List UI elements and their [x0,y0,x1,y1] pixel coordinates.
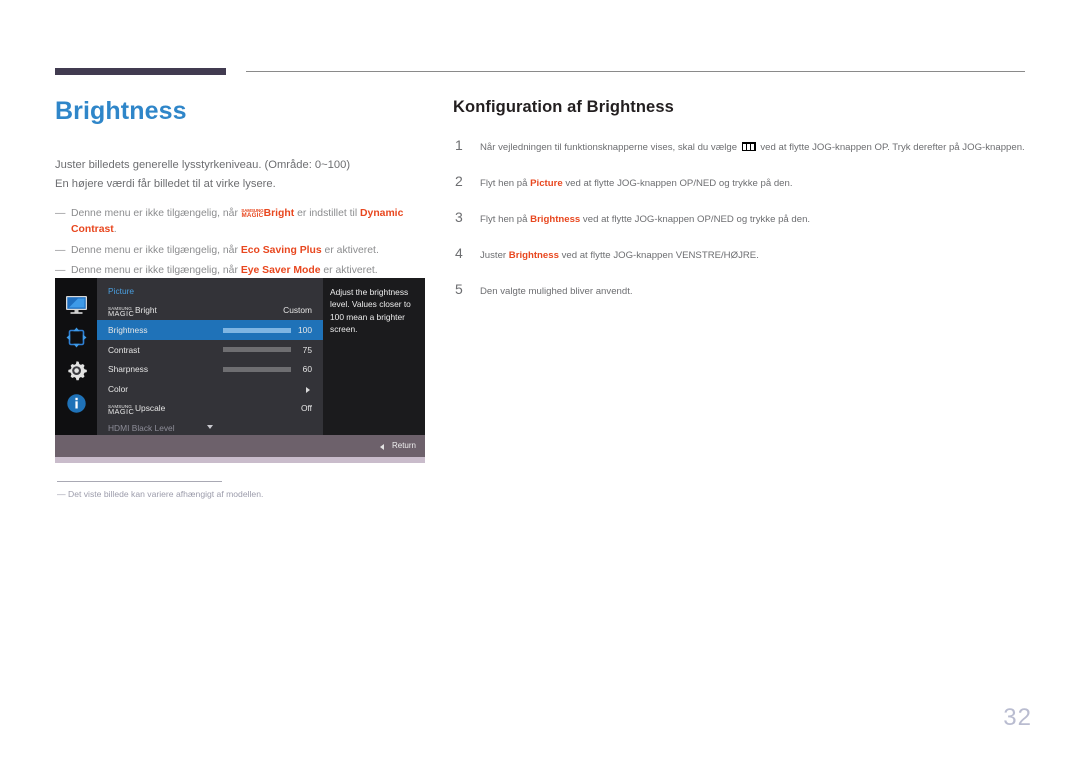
step-item: 5 Den valgte mulighed bliver anvendt. [453,281,1028,300]
note-dash: — [55,244,66,256]
step-text-suffix: ved at flytte JOG-knappen OP/NED og tryk… [562,178,793,189]
chevron-down-icon[interactable] [207,425,213,429]
osd-row-color[interactable]: Color [97,379,323,399]
step-text-prefix: Den valgte mulighed bliver anvendt. [480,286,633,297]
osd-row-magicupscale[interactable]: SAMSUNG MAGIC Upscale Off [97,398,323,418]
return-button-label[interactable]: Return [392,441,416,450]
step-highlight: Brightness [530,214,581,225]
note-text-prefix: Denne menu er ikke tilgængelig, når [71,265,241,276]
sharpness-slider[interactable] [223,366,291,372]
step-text-after: ved at flytte JOG-knappen OP. Tryk deref… [757,142,1025,153]
step-item: 2 Flyt hen på Picture ved at flytte JOG-k… [453,173,1028,192]
system-gear-icon[interactable] [64,358,89,383]
osd-row-label: HDMI Black Level [108,422,175,433]
osd-footer-strip [55,457,425,463]
step-item: 1 Når vejledningen til funktionsknapperne… [453,137,1028,156]
step-text-suffix: ved at flytte JOG-knappen VENSTRE/HØJRE. [558,250,759,261]
step-highlight: Brightness [508,250,559,261]
note-dash: — [55,207,66,219]
osd-help-panel: Adjust the brightness level. Values clos… [323,278,425,435]
magic-logo-bottom: MAGIC [108,309,135,318]
osd-menu-title: Picture [108,286,135,296]
page-number: 32 [1003,704,1032,731]
osd-sidebar [55,278,97,435]
step-number: 1 [455,137,463,153]
step-text-suffix: ved at flytte JOG-knappen OP/NED og tryk… [580,214,811,225]
step-number: 3 [455,209,463,225]
osd-row-magicbright[interactable]: SAMSUNG MAGIC Bright Custom [97,300,323,320]
note-item: — Denne menu er ikke tilgængelig, når SAM… [55,206,435,239]
osd-row-value: Off [300,403,312,413]
osd-row-label: SAMSUNG MAGIC Upscale [108,403,166,416]
right-content-column: Konfiguration af Brightness 1 Når vejledn… [453,98,1028,319]
step-item: 4 Juster Brightness ved at flytte JOG-kna… [453,245,1028,264]
step-text-prefix: Juster [480,250,509,261]
footnote-text: Det viste billede kan variere afhængigt … [68,489,264,499]
step-number: 2 [455,173,463,189]
step-item: 3 Flyt hen på Brightness ved at flytte JO… [453,209,1028,228]
step-number: 5 [455,281,463,297]
section-title: Konfiguration af Brightness [453,98,674,116]
samsung-magic-logo: SAMSUNG MAGIC [108,306,135,318]
note-highlight: Eye Saver Mode [240,265,321,276]
screen-adjust-icon[interactable] [64,325,89,350]
footnote-dash: — [57,489,66,499]
step-text-prefix: Flyt hen på [480,214,531,225]
osd-row-value: Custom [283,305,312,315]
osd-row-label: Color [108,383,129,394]
osd-row-value: 60 [302,364,312,374]
note-text-suffix: er aktiveret. [320,265,378,276]
picture-icon[interactable] [64,292,89,317]
osd-row-label-text: Bright [135,305,157,315]
back-arrow-icon[interactable] [380,444,384,450]
osd-row-contrast[interactable]: Contrast 75 [97,340,323,360]
footnote-divider [57,481,222,482]
chevron-right-icon [306,386,310,393]
contrast-slider[interactable] [223,347,291,352]
osd-row-sharpness[interactable]: Sharpness 60 [97,359,323,379]
page-title: Brightness [55,97,187,125]
note-text-middle: er indstillet til [294,207,361,219]
osd-row-label: SAMSUNG MAGIC Bright [108,305,157,318]
note-text-suffix: . [113,224,117,235]
intro-line-2: En højere værdi får billedet til at virk… [55,177,276,190]
magic-logo-bottom: MAGIC [108,407,135,416]
header-divider-line [246,71,1025,72]
osd-row-value: 100 [298,325,312,335]
left-content-column: Brightness Juster billedets generelle ly… [55,97,435,284]
osd-row-brightness[interactable]: Brightness 100 [97,320,323,340]
footnote: — Det viste billede kan variere afhængigt… [57,487,428,501]
note-item: — Denne menu er ikke tilgængelig, når Eco… [55,243,435,260]
step-number: 4 [455,245,463,261]
magic-logo-bottom: MAGIC [241,212,264,220]
samsung-magic-logo: SAMSUNG MAGIC [108,404,135,416]
osd-screenshot: Picture SAMSUNG MAGIC Bright Custom Bright… [55,278,425,463]
osd-menu-panel: Picture SAMSUNG MAGIC Bright Custom Bright… [97,278,323,435]
samsung-magic-logo: SAMSUNG MAGIC [241,208,264,220]
note-text-prefix: Denne menu er ikke tilgængelig, når [71,244,241,256]
header-accent-bar [55,68,226,75]
intro-line-1: Juster billedets generelle lysstyrkenive… [55,158,351,171]
note-text-prefix: Denne menu er ikke tilgængelig, når [71,207,241,219]
step-text-prefix: Flyt hen på [480,178,531,189]
step-text-before: Når vejledningen til funktionsknapperne … [480,142,740,153]
osd-row-label: Brightness [108,325,148,335]
notes-list: — Denne menu er ikke tilgængelig, når SAM… [55,206,435,280]
osd-row-label-text: Upscale [135,403,166,413]
osd-row-label: Sharpness [108,364,149,374]
osd-bottom-bar: Return [55,435,425,457]
step-highlight: Picture [530,178,563,189]
note-text-suffix: er aktiveret. [321,244,379,256]
osd-row-value: 75 [302,344,312,355]
menu-bars-icon [741,142,756,151]
information-icon[interactable] [64,391,89,416]
note-highlight: Eco Saving Plus [240,244,322,256]
brightness-slider[interactable] [223,327,291,333]
note-magic-suffix: Bright [263,207,295,219]
osd-row-label: Contrast [108,344,140,355]
